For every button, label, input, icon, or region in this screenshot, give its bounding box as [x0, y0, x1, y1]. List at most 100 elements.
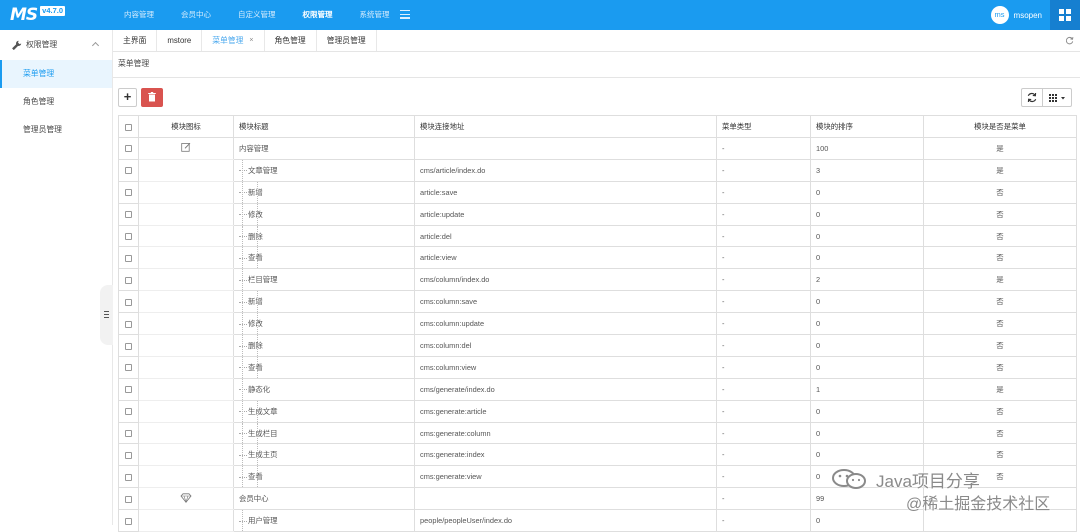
table-row[interactable]: 查看 article:view -0 否 — [118, 246, 1077, 270]
module-title[interactable]: 会员中心 — [233, 487, 415, 511]
table-row[interactable]: 文章管理 cms/article/index.do -3 是 — [118, 158, 1077, 182]
module-title[interactable]: 栏目管理 — [233, 268, 415, 292]
module-title[interactable]: 生成栏目 — [233, 421, 415, 445]
module-title[interactable]: 文章管理 — [233, 158, 415, 182]
module-title[interactable]: 新增 — [233, 180, 415, 204]
module-sort: 0 — [810, 355, 924, 379]
table-row[interactable]: 修改 article:update -0 否 — [118, 202, 1077, 226]
topnav-item[interactable]: 会员中心 — [174, 0, 218, 30]
row-checkbox[interactable] — [118, 355, 139, 379]
col-header-type[interactable]: 菜单类型 — [716, 115, 811, 138]
module-title[interactable]: 生成主页 — [233, 443, 415, 467]
table-row[interactable]: 静态化 cms/generate/index.do -1 是 — [118, 377, 1077, 401]
select-all-checkbox[interactable] — [118, 115, 139, 138]
tab[interactable]: mstore — [157, 30, 203, 51]
row-checkbox[interactable] — [118, 180, 139, 204]
module-sort: 0 — [810, 246, 924, 270]
row-checkbox[interactable] — [118, 158, 139, 182]
sidebar-item[interactable]: 菜单管理 — [0, 60, 112, 88]
module-title[interactable]: 删除 — [233, 334, 415, 357]
tab[interactable]: 主界面 — [113, 30, 158, 51]
col-header-sort[interactable]: 模块的排序 — [810, 115, 924, 138]
module-title[interactable]: 查看 — [233, 355, 415, 379]
apps-grid-icon[interactable] — [1050, 0, 1080, 30]
module-title-text: 栏目管理 — [248, 275, 278, 285]
row-checkbox[interactable] — [118, 421, 139, 445]
row-checkbox[interactable] — [118, 290, 139, 314]
row-checkbox[interactable] — [118, 202, 139, 226]
user-menu[interactable]: ms msopen — [990, 6, 1042, 24]
tab-label: 主界面 — [123, 36, 147, 45]
table-row[interactable]: 内容管理 -100 是 — [118, 137, 1077, 160]
sidebar-item[interactable]: 管理员管理 — [0, 116, 112, 144]
module-sort: 0 — [810, 421, 924, 445]
icon-cell — [138, 509, 234, 532]
row-checkbox[interactable] — [118, 246, 139, 270]
menu-type: - — [716, 465, 811, 489]
module-title[interactable]: 修改 — [233, 202, 415, 226]
table-row[interactable]: 删除 cms:column:del -0 否 — [118, 334, 1077, 357]
topnav-item[interactable]: 系统管理 — [353, 0, 397, 30]
app-logo[interactable]: MS v4.7.0 — [10, 4, 66, 26]
delete-button[interactable] — [141, 88, 163, 107]
col-header-title[interactable]: 模块标题 — [233, 115, 415, 138]
module-title-text: 删除 — [248, 340, 263, 350]
module-title[interactable]: 生成文章 — [233, 399, 415, 423]
sidebar-group-permission[interactable]: 权限管理 — [0, 30, 112, 60]
row-checkbox[interactable] — [118, 268, 139, 292]
row-checkbox[interactable] — [118, 137, 139, 160]
col-header-url[interactable]: 模块连接地址 — [414, 115, 717, 138]
module-title[interactable]: 内容管理 — [233, 137, 415, 160]
table-row[interactable]: 生成栏目 cms:generate:column -0 否 — [118, 421, 1077, 445]
tabs-refresh-icon[interactable] — [1065, 36, 1074, 45]
row-checkbox[interactable] — [118, 443, 139, 467]
module-title[interactable]: 修改 — [233, 312, 415, 336]
module-title[interactable]: 新增 — [233, 290, 415, 314]
row-checkbox[interactable] — [118, 509, 139, 532]
table-row[interactable]: 删除 article:del -0 否 — [118, 224, 1077, 248]
tab-close-icon[interactable]: × — [249, 30, 253, 51]
module-sort: 0 — [810, 443, 924, 467]
row-checkbox[interactable] — [118, 487, 139, 511]
tab[interactable]: 菜单管理 × — [202, 30, 265, 51]
icon-cell — [138, 268, 234, 292]
table-row[interactable]: 修改 cms:column:update -0 否 — [118, 312, 1077, 336]
columns-toggle-button[interactable] — [1042, 88, 1072, 107]
module-sort: 0 — [810, 290, 924, 314]
module-url — [414, 487, 717, 511]
table-row[interactable]: 查看 cms:column:view -0 否 — [118, 355, 1077, 379]
topnav-item[interactable]: 内容管理 — [117, 0, 161, 30]
sidebar-item[interactable]: 角色管理 — [0, 88, 112, 116]
topnav-item[interactable]: 权限管理 — [296, 0, 340, 30]
menu-type: - — [716, 487, 811, 511]
module-url: cms/column/index.do — [414, 268, 717, 292]
sidebar-collapse-handle[interactable] — [100, 285, 113, 345]
row-checkbox[interactable] — [118, 399, 139, 423]
topnav-item[interactable]: 自定义管理 — [231, 0, 283, 30]
tab[interactable]: 角色管理 — [265, 30, 317, 51]
module-title[interactable]: 静态化 — [233, 377, 415, 401]
col-header-icon[interactable]: 模块图标 — [138, 115, 234, 138]
table-row[interactable]: 生成主页 cms:generate:index -0 否 — [118, 443, 1077, 467]
row-checkbox[interactable] — [118, 312, 139, 336]
breadcrumb: 菜单管理 — [113, 52, 1080, 78]
refresh-button[interactable] — [1021, 88, 1043, 107]
version-badge: v4.7.0 — [40, 6, 66, 16]
tab[interactable]: 管理员管理 — [317, 30, 377, 51]
module-title[interactable]: 查看 — [233, 246, 415, 270]
module-title-text: 静态化 — [248, 384, 271, 394]
table-row[interactable]: 新增 article:save -0 否 — [118, 180, 1077, 204]
table-row[interactable]: 新增 cms:column:save -0 否 — [118, 290, 1077, 314]
module-title[interactable]: 查看 — [233, 465, 415, 489]
module-title[interactable]: 用户管理 — [233, 509, 415, 532]
row-checkbox[interactable] — [118, 377, 139, 401]
table-row[interactable]: 栏目管理 cms/column/index.do -2 是 — [118, 268, 1077, 292]
menu-toggle-icon[interactable] — [400, 10, 410, 19]
table-row[interactable]: 生成文章 cms:generate:article -0 否 — [118, 399, 1077, 423]
module-title[interactable]: 删除 — [233, 224, 415, 248]
col-header-is-menu[interactable]: 模块是否是菜单 — [923, 115, 1077, 138]
add-button[interactable]: + — [118, 88, 137, 107]
row-checkbox[interactable] — [118, 334, 139, 357]
row-checkbox[interactable] — [118, 224, 139, 248]
row-checkbox[interactable] — [118, 465, 139, 489]
